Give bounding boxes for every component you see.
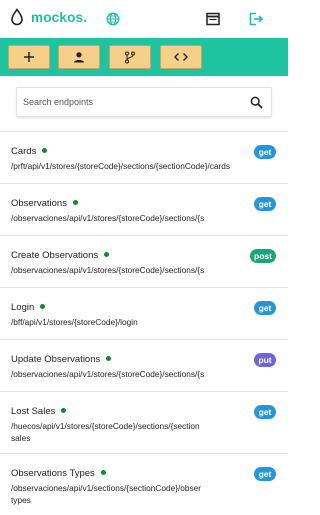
user-icon bbox=[74, 52, 84, 63]
app-name: mockos. bbox=[31, 9, 88, 25]
code-button[interactable] bbox=[160, 45, 202, 69]
endpoint-path: /observaciones/api/v1/stores/{storeCode}… bbox=[11, 265, 205, 275]
toolbar bbox=[0, 38, 288, 76]
logout-icon[interactable] bbox=[248, 11, 264, 27]
globe-icon[interactable] bbox=[106, 12, 120, 26]
endpoint-path: /observaciones/api/v1/stores/{storeCode}… bbox=[11, 369, 205, 379]
method-badge: put bbox=[254, 353, 276, 367]
endpoint-item[interactable]: Lost Sales /huecos/api/v1/stores/{storeC… bbox=[0, 391, 288, 453]
endpoint-path-continued: sales bbox=[11, 433, 31, 443]
endpoint-path: /observaciones/api/v1/stores/{storeCode}… bbox=[11, 213, 205, 223]
endpoint-name: Observations Types bbox=[11, 468, 95, 479]
active-status-dot bbox=[106, 356, 112, 361]
endpoint-path: /observaciones/api/v1/sections/{sectionC… bbox=[11, 483, 202, 493]
search-input[interactable] bbox=[23, 94, 243, 110]
endpoint-name: Login bbox=[11, 302, 35, 313]
endpoint-item[interactable]: Observations Types /observaciones/api/v1… bbox=[0, 453, 288, 515]
endpoint-item[interactable]: Login /bff/api/v1/stores/{storeCode}/log… bbox=[0, 287, 288, 339]
method-badge: get bbox=[254, 197, 276, 211]
endpoint-name: Observations bbox=[11, 198, 67, 209]
method-badge: get bbox=[254, 301, 276, 315]
search-box bbox=[16, 87, 272, 117]
add-button[interactable] bbox=[8, 45, 50, 69]
active-status-dot bbox=[61, 408, 67, 413]
method-badge: get bbox=[254, 405, 276, 419]
endpoint-name: Create Observations bbox=[11, 250, 99, 261]
endpoint-path-continued: types bbox=[11, 495, 31, 505]
endpoint-path: /prft/api/v1/stores/{storeCode}/sections… bbox=[11, 161, 231, 171]
active-status-dot bbox=[42, 148, 48, 153]
method-badge: post bbox=[250, 249, 276, 263]
endpoint-path: /huecos/api/v1/stores/{storeCode}/sectio… bbox=[11, 421, 200, 431]
active-status-dot bbox=[40, 304, 46, 309]
drop-logo-icon bbox=[11, 8, 23, 26]
endpoint-item[interactable]: Observations /observaciones/api/v1/store… bbox=[0, 183, 288, 235]
endpoint-item[interactable]: Create Observations /observaciones/api/v… bbox=[0, 235, 288, 287]
plus-icon bbox=[24, 52, 34, 62]
app-logo[interactable]: mockos. bbox=[10, 8, 87, 26]
browser-window-icon[interactable] bbox=[205, 11, 221, 27]
branch-button[interactable] bbox=[109, 45, 151, 69]
endpoint-name: Lost Sales bbox=[11, 406, 56, 417]
endpoint-name: Cards bbox=[11, 146, 37, 157]
endpoint-item[interactable]: Update Observations /observaciones/api/v… bbox=[0, 339, 288, 391]
active-status-dot bbox=[100, 470, 106, 475]
git-branch-icon bbox=[125, 51, 135, 63]
endpoint-item[interactable]: Cards /prft/api/v1/stores/{storeCode}/se… bbox=[0, 131, 288, 183]
method-badge: get bbox=[254, 467, 276, 481]
top-bar: mockos. bbox=[0, 0, 288, 38]
active-status-dot bbox=[104, 252, 110, 257]
code-icon bbox=[174, 53, 188, 61]
active-status-dot bbox=[72, 200, 78, 205]
method-badge: get bbox=[254, 145, 276, 159]
user-button[interactable] bbox=[58, 45, 100, 69]
endpoint-name: Update Observations bbox=[11, 354, 101, 365]
search-icon[interactable] bbox=[250, 96, 263, 109]
endpoint-path: /bff/api/v1/stores/{storeCode}/login bbox=[11, 317, 138, 327]
